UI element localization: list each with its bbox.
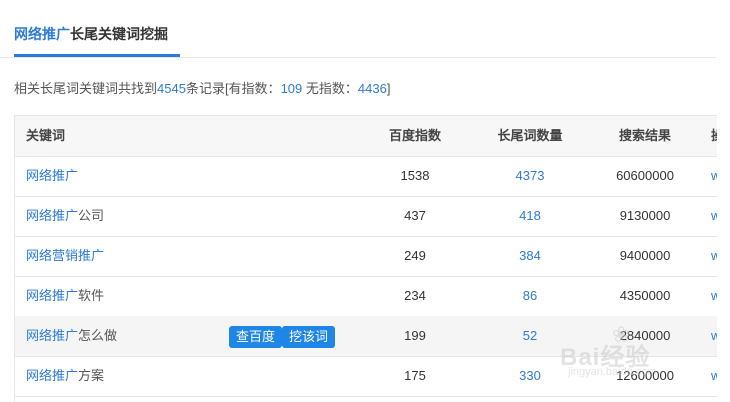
table-row: 网络营销推广 249 384 9400000 w [15, 236, 717, 277]
keyword-highlight: 网络推广 [26, 368, 79, 383]
table-row: 网络推广软件 234 86 4350000 w [15, 276, 717, 317]
baidu-index-value: 437 [404, 208, 426, 223]
tab-longtail-mining[interactable]: 网络推广长尾关键词挖掘 [14, 24, 168, 44]
baidu-index-value: 199 [404, 328, 426, 343]
table-row: 网络推广 1538 4373 60600000 w [15, 156, 717, 197]
baidu-index-value: 175 [404, 368, 426, 383]
table-row: 网络推广方案 175 330 12600000 w [15, 356, 717, 397]
header-baidu-index[interactable]: 百度指数 [370, 116, 460, 156]
header-keyword[interactable]: 关键词 [26, 116, 65, 156]
summary-without-index: 4436 [357, 81, 387, 96]
tab-label-highlight: 网络推广 [14, 26, 70, 42]
keyword-highlight: 网络推广 [26, 328, 79, 343]
search-results-value: 4350000 [619, 288, 671, 303]
header-longtail-count[interactable]: 长尾词数量 [485, 116, 575, 156]
keyword-link[interactable]: 网络营销推广 [26, 236, 104, 276]
longtail-count-link[interactable]: 384 [485, 236, 575, 276]
keyword-highlight: 推广 [78, 248, 105, 263]
more-link[interactable]: w [711, 156, 717, 196]
keyword-rest: 软件 [78, 288, 105, 303]
keyword-highlight: 网络推广 [26, 288, 79, 303]
keyword-highlight: 网络推广 [26, 208, 79, 223]
longtail-count-link[interactable]: 4373 [485, 156, 575, 196]
baidu-index-value: 1538 [400, 168, 430, 183]
keyword-rest: 怎么做 [78, 328, 118, 343]
keyword-link[interactable]: 网络推广软件 [26, 276, 104, 316]
active-tab-indicator [14, 54, 180, 57]
header-more: 操 [711, 116, 717, 156]
summary-suffix: ] [386, 81, 391, 96]
more-link[interactable]: w [711, 356, 717, 396]
keyword-prefix: 网络营销 [26, 248, 79, 263]
table-row: 网络推广怎么做 查百度 挖该词 199 52 2840000 w [15, 316, 717, 357]
more-link[interactable]: w [711, 276, 717, 316]
summary-prefix: 相关长尾词关键词共找到 [14, 81, 158, 96]
tab-bar: 网络推广长尾关键词挖掘 [0, 0, 716, 58]
keyword-rest: 方案 [78, 368, 105, 383]
keyword-link[interactable]: 网络推广公司 [26, 196, 104, 236]
summary-with-index: 109 [280, 81, 303, 96]
longtail-count-link[interactable]: 86 [485, 276, 575, 316]
result-summary: 相关长尾词关键词共找到4545条记录[有指数：109 无指数：4436] [14, 78, 390, 97]
table-header-row: 关键词 百度指数 长尾词数量 搜索结果 操 [15, 116, 717, 157]
more-link[interactable]: w [711, 316, 717, 356]
longtail-count-link[interactable]: 52 [485, 316, 575, 356]
longtail-count-link[interactable]: 418 [485, 196, 575, 236]
summary-mid2: 无指数： [302, 81, 358, 96]
search-results-value: 12600000 [616, 368, 674, 383]
tab-label-rest: 长尾关键词挖掘 [70, 26, 168, 42]
keyword-link[interactable]: 网络推广 [26, 156, 78, 196]
summary-mid1: 条记录[有指数： [185, 81, 281, 96]
more-link[interactable]: w [711, 196, 717, 236]
more-link[interactable]: w [711, 236, 717, 276]
table-row: 网络推广公司 437 418 9130000 w [15, 196, 717, 237]
baidu-index-value: 234 [404, 288, 426, 303]
header-search-results[interactable]: 搜索结果 [600, 116, 690, 156]
check-baidu-button[interactable]: 查百度 [229, 326, 283, 348]
baidu-index-value: 249 [404, 248, 426, 263]
summary-total: 4545 [157, 81, 186, 96]
mine-keyword-button[interactable]: 挖该词 [282, 326, 336, 348]
search-results-value: 2840000 [619, 328, 671, 343]
keyword-link[interactable]: 网络推广怎么做 [26, 316, 117, 356]
search-results-value: 60600000 [616, 168, 674, 183]
longtail-count-link[interactable]: 330 [485, 356, 575, 396]
search-results-value: 9400000 [619, 248, 671, 263]
keyword-rest: 公司 [78, 208, 105, 223]
keyword-link[interactable]: 网络推广方案 [26, 356, 104, 396]
keyword-highlight: 网络推广 [26, 168, 79, 183]
search-results-value: 9130000 [619, 208, 671, 223]
keyword-table: 关键词 百度指数 长尾词数量 搜索结果 操 网络推广 1538 4373 606… [14, 115, 717, 402]
